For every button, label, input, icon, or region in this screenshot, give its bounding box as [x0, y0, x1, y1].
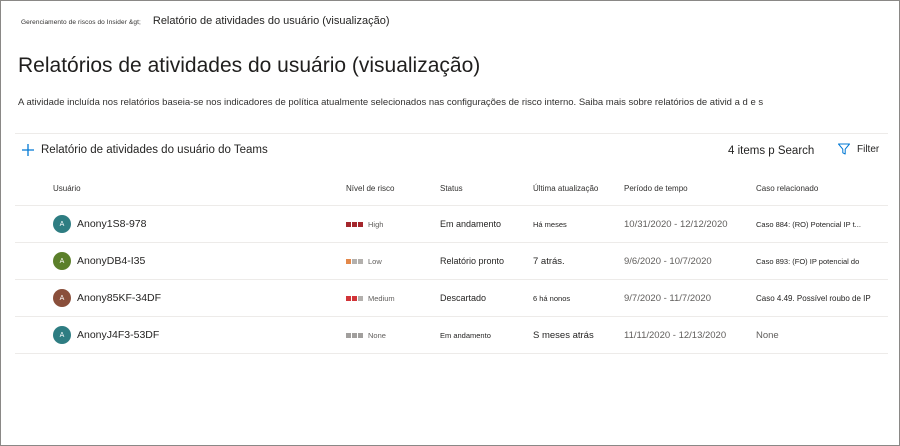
risk-level-label: Low — [368, 256, 382, 266]
avatar: A — [53, 252, 71, 270]
user-name-link[interactable]: Anony85KF-34DF — [77, 292, 161, 304]
last-updated-text: S meses atrás — [533, 329, 594, 341]
user-name-link[interactable]: AnonyJ4F3-53DF — [77, 329, 159, 341]
related-case-text: None — [756, 329, 779, 341]
status-text: Relatório pronto — [440, 256, 505, 266]
user-cell: A AnonyDB4-I35 — [53, 243, 343, 279]
avatar: A — [53, 326, 71, 344]
status-text: Descartado — [440, 293, 487, 303]
last-updated-text: Há meses — [533, 219, 567, 229]
user-cell: A AnonyJ4F3-53DF — [53, 317, 343, 353]
time-period-text: 9/6/2020 - 10/7/2020 — [624, 255, 712, 267]
user-name-link[interactable]: AnonyDB4-I35 — [77, 255, 145, 267]
user-cell: A Anony85KF-34DF — [53, 280, 343, 316]
breadcrumb: Gerenciamento de riscos do Insider &gt; … — [21, 15, 390, 27]
add-report-button[interactable]: Relatório de atividades do usuário do Te… — [21, 143, 268, 157]
last-updated-text: 6 há nonos — [533, 293, 571, 303]
column-header-user[interactable]: Usuário — [53, 171, 343, 205]
related-case-link[interactable]: Caso 893: (FO) IP potencial do — [756, 243, 886, 279]
command-bar: Relatório de atividades do usuário do Te… — [15, 133, 888, 172]
add-report-label: Relatório de atividades do usuário do Te… — [41, 144, 268, 156]
risk-level-icon — [346, 332, 363, 338]
page-description: A atividade incluída nos relatórios base… — [18, 97, 764, 108]
items-count-search[interactable]: 4 items p Search — [728, 145, 814, 157]
table-row[interactable]: A Anony85KF-34DF Medium Descartado 6 há … — [15, 280, 888, 317]
risk-level: None — [346, 317, 436, 353]
column-header-updated[interactable]: Última atualização — [533, 171, 621, 205]
column-header-case[interactable]: Caso relacionado — [756, 171, 886, 205]
table-row[interactable]: A AnonyDB4-I35 Low Relatório pronto 7 at… — [15, 243, 888, 280]
table-row[interactable]: A Anony1S8-978 High Em andamento Há mese… — [15, 206, 888, 243]
page-title: Relatórios de atividades do usuário (vis… — [18, 54, 481, 77]
column-header-status[interactable]: Status — [440, 171, 530, 205]
time-period-text: 10/31/2020 - 12/12/2020 — [624, 218, 728, 230]
filter-button[interactable]: Filter — [837, 142, 879, 156]
user-cell: A Anony1S8-978 — [53, 206, 343, 242]
plus-icon — [22, 144, 34, 156]
column-header-risk[interactable]: Nível de risco — [346, 171, 436, 205]
filter-label: Filter — [857, 143, 880, 155]
app-window: Gerenciamento de riscos do Insider &gt; … — [0, 0, 900, 446]
activity-reports-table: Usuário Nível de risco Status Última atu… — [15, 171, 888, 354]
last-updated-text: 7 atrás. — [533, 255, 565, 267]
breadcrumb-current: Relatório de atividades do usuário (visu… — [152, 15, 390, 27]
risk-level-icon — [346, 295, 363, 301]
time-period-text: 11/11/2020 - 12/13/2020 — [624, 329, 727, 341]
status-text: Em andamento — [440, 219, 502, 229]
time-period-text: 9/7/2020 - 11/7/2020 — [624, 292, 711, 304]
risk-level: Medium — [346, 280, 436, 316]
risk-level: High — [346, 206, 436, 242]
avatar: A — [53, 289, 71, 307]
risk-level-label: High — [368, 219, 384, 229]
status-text: Em andamento — [440, 330, 491, 340]
risk-level: Low — [346, 243, 436, 279]
table-row[interactable]: A AnonyJ4F3-53DF None Em andamento S mes… — [15, 317, 888, 354]
risk-level-icon — [346, 221, 363, 227]
breadcrumb-parent-link[interactable]: Gerenciamento de riscos do Insider &gt; — [21, 19, 141, 26]
avatar: A — [53, 215, 71, 233]
column-header-period[interactable]: Período de tempo — [624, 171, 754, 205]
risk-level-label: Medium — [368, 293, 395, 303]
risk-level-label: None — [368, 330, 386, 340]
risk-level-icon — [346, 258, 363, 264]
related-case-link[interactable]: Caso 884: (RO) Potencial IP t... — [756, 206, 886, 242]
funnel-icon — [838, 143, 850, 155]
table-header-row: Usuário Nível de risco Status Última atu… — [15, 171, 888, 206]
related-case-link[interactable]: Caso 4.49. Possível roubo de IP — [756, 280, 886, 316]
user-name-link[interactable]: Anony1S8-978 — [77, 218, 146, 230]
